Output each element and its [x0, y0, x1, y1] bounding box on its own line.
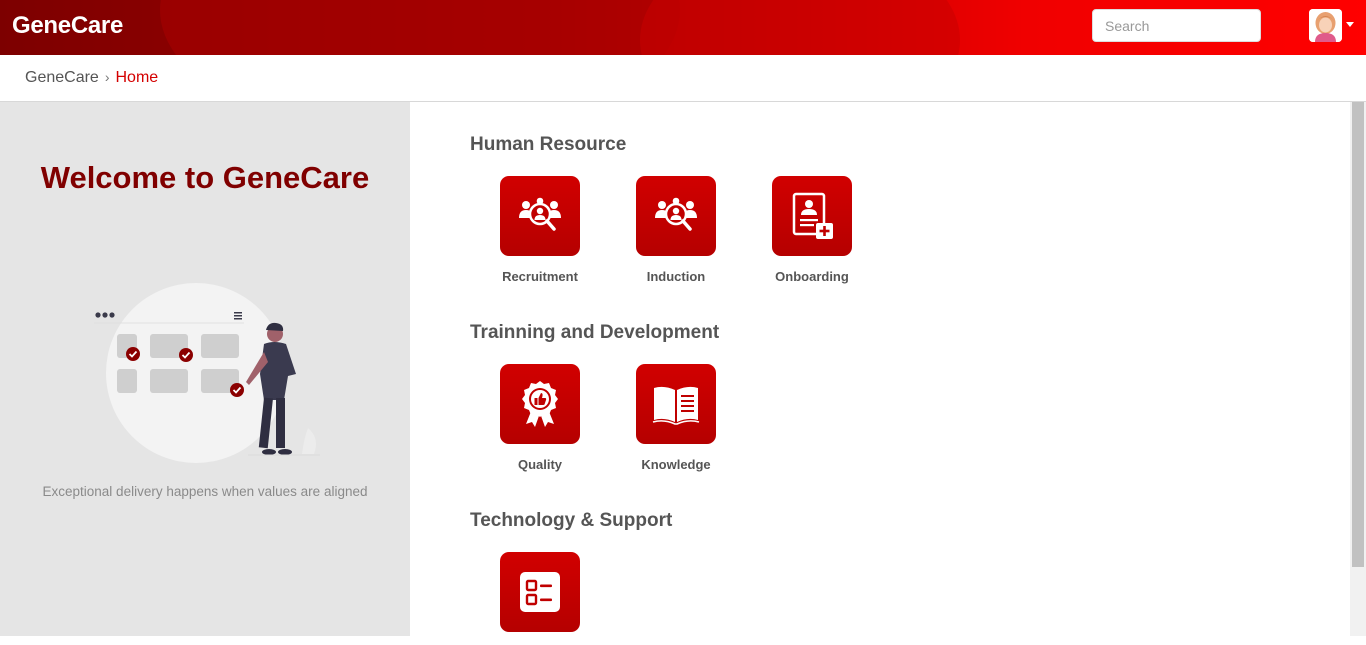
header-decoration — [640, 0, 960, 55]
tile-quality[interactable]: Quality — [485, 364, 595, 472]
tile-knowledge[interactable]: Knowledge — [621, 364, 731, 472]
welcome-illustration — [88, 278, 328, 468]
tile-induction[interactable]: Induction — [621, 176, 731, 284]
scrollbar-thumb[interactable] — [1352, 102, 1364, 567]
tile-label: Onboarding — [775, 269, 849, 284]
breadcrumb-root-link[interactable]: GeneCare — [25, 69, 99, 86]
onboarding-document-icon[interactable] — [772, 176, 852, 256]
tile-label: Recruitment — [502, 269, 578, 284]
recruitment-search-people-icon[interactable] — [500, 176, 580, 256]
tile-label: Knowledge — [641, 457, 711, 472]
welcome-panel: Welcome to GeneCare Exceptional delivery… — [0, 102, 410, 636]
user-avatar-icon[interactable] — [1309, 9, 1342, 42]
search-input[interactable] — [1092, 9, 1261, 42]
main-content: Human Resource Recruitment Induction Onb… — [410, 102, 1350, 636]
tile-onboarding[interactable]: Onboarding — [757, 176, 867, 284]
section-title-training-development: Trainning and Development — [470, 322, 720, 343]
tile-technology-support[interactable] — [485, 552, 595, 645]
breadcrumb-separator: › — [104, 69, 110, 85]
checklist-icon[interactable] — [500, 552, 580, 632]
knowledge-book-icon[interactable] — [636, 364, 716, 444]
brand-logo[interactable]: GeneCare — [12, 12, 123, 40]
tile-label: Induction — [646, 269, 706, 284]
chevron-down-icon[interactable] — [1346, 22, 1354, 27]
induction-search-people-icon[interactable] — [636, 176, 716, 256]
welcome-title: Welcome to GeneCare — [40, 160, 370, 195]
top-navbar: GeneCare — [0, 0, 1366, 55]
quality-award-icon[interactable] — [500, 364, 580, 444]
header-decoration — [160, 0, 680, 55]
breadcrumb: GeneCare › Home — [0, 55, 1366, 102]
tile-label: Quality — [517, 457, 563, 472]
welcome-tagline: Exceptional delivery happens when values… — [42, 484, 368, 499]
vertical-scrollbar[interactable] — [1350, 102, 1366, 636]
breadcrumb-current: Home — [115, 69, 159, 86]
section-title-human-resource: Human Resource — [470, 134, 627, 155]
tile-recruitment[interactable]: Recruitment — [485, 176, 595, 284]
section-title-technology-support: Technology & Support — [470, 510, 673, 531]
